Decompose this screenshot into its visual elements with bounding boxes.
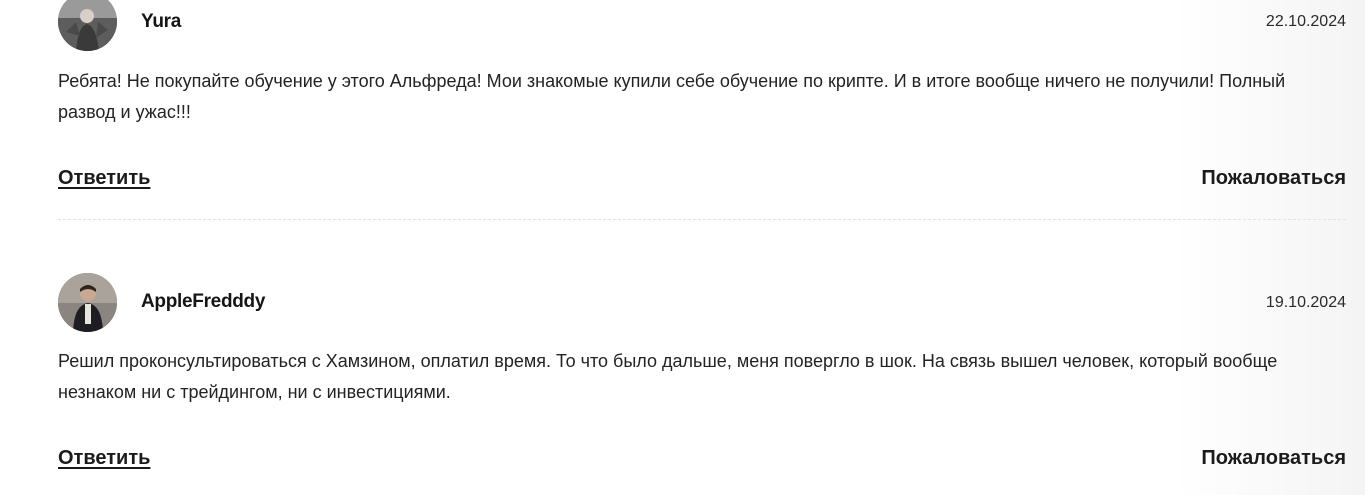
avatar [58, 0, 117, 51]
comment-item: Yura 22.10.2024 Ребята! Не покупайте обу… [58, 0, 1346, 197]
report-button[interactable]: Пожаловаться [1201, 167, 1346, 190]
report-button[interactable]: Пожаловаться [1201, 447, 1346, 470]
comment-text: Решил проконсультироваться с Хамзином, о… [58, 351, 1278, 402]
comment-header: Yura 22.10.2024 [58, 0, 1346, 52]
comment-divider [58, 219, 1346, 220]
comment-date: 22.10.2024 [1265, 13, 1346, 30]
comment-author: AppleFredddy [141, 291, 266, 312]
comment-header: AppleFredddy 19.10.2024 [58, 273, 1346, 333]
reply-link[interactable]: Ответить [58, 167, 150, 190]
comment-actions: Ответить Пожаловаться [58, 167, 1346, 197]
comment-text: Ребята! Не покупайте обучение у этого Ал… [58, 71, 1286, 122]
comment-actions: Ответить Пожаловаться [58, 447, 1346, 477]
comment-author: Yura [141, 11, 181, 32]
avatar [58, 273, 117, 332]
reply-link[interactable]: Ответить [58, 447, 150, 470]
comment-date: 19.10.2024 [1265, 294, 1346, 311]
comment-item: AppleFredddy 19.10.2024 Решил проконсуль… [58, 273, 1346, 477]
